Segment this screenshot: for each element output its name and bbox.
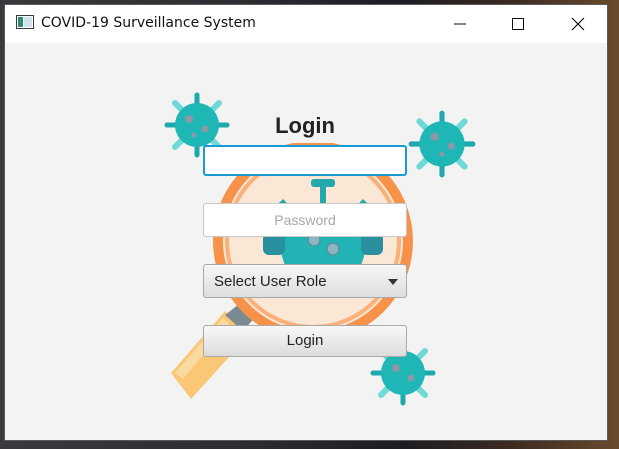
- maximize-button[interactable]: [495, 5, 541, 43]
- password-input[interactable]: [203, 203, 407, 237]
- maximize-icon: [512, 18, 524, 30]
- virus-icon: [408, 110, 476, 178]
- minimize-button[interactable]: [437, 5, 483, 43]
- window-title: COVID-19 Surveillance System: [41, 15, 256, 31]
- login-heading: Login: [275, 113, 335, 138]
- app-window-icon: [16, 15, 34, 29]
- username-input[interactable]: [203, 145, 407, 176]
- login-button[interactable]: Login: [203, 325, 407, 357]
- title-bar[interactable]: COVID-19 Surveillance System: [5, 5, 607, 43]
- close-button[interactable]: [555, 5, 601, 43]
- minimize-icon: [454, 23, 466, 25]
- app-window: COVID-19 Surveillance System Login Selec…: [4, 4, 608, 441]
- chevron-down-icon: [388, 279, 398, 285]
- close-icon: [571, 17, 585, 31]
- user-role-select-value: Select User Role: [214, 273, 327, 290]
- user-role-select[interactable]: Select User Role: [203, 264, 407, 298]
- login-panel: Login Select User Role Login: [5, 43, 607, 440]
